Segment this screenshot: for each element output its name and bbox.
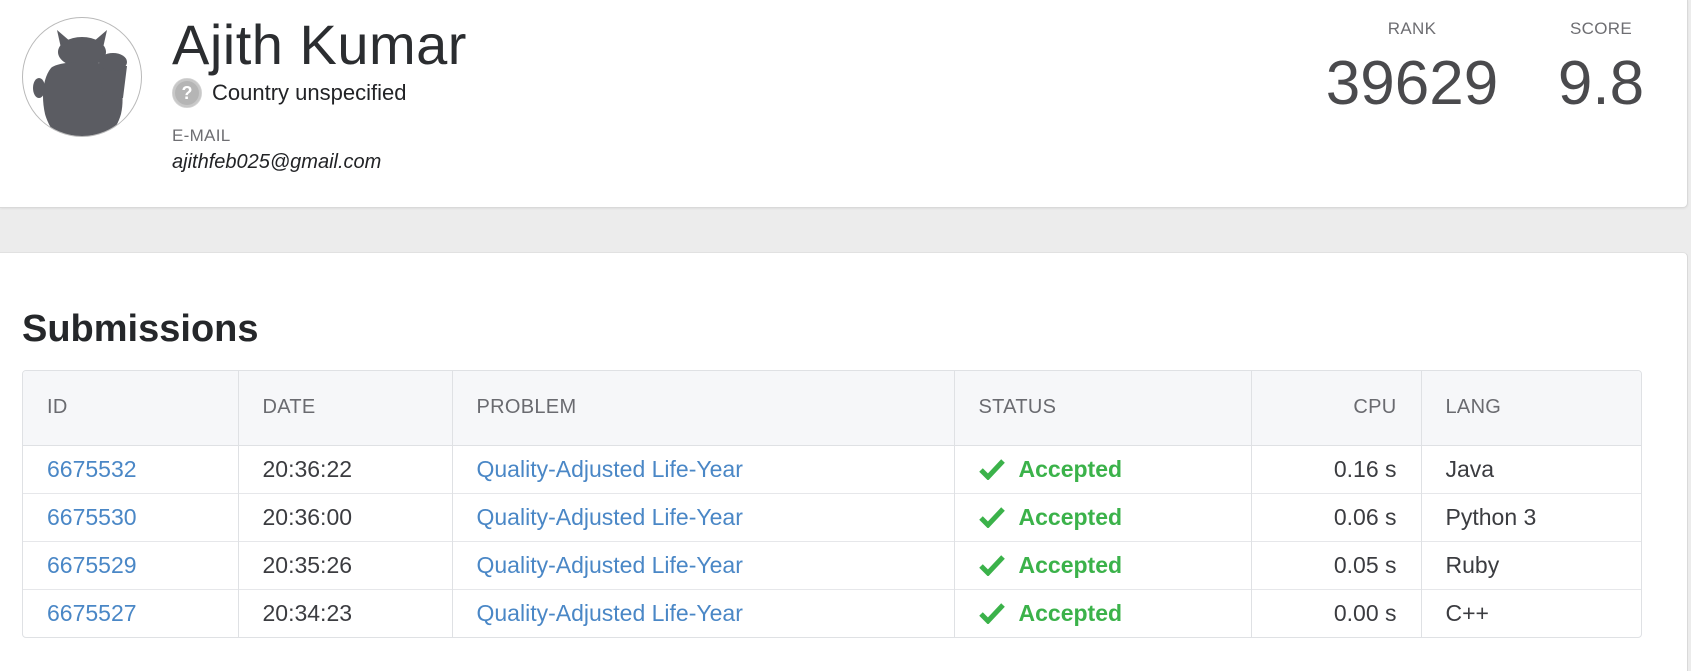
problem-cell: Quality-Adjusted Life-Year	[451, 445, 954, 493]
rank-stat: RANK 39629	[1318, 18, 1506, 122]
language: Java	[1420, 445, 1641, 493]
problem-link[interactable]: Quality-Adjusted Life-Year	[477, 600, 743, 626]
status-accepted: Accepted	[1018, 551, 1123, 578]
column-header-id[interactable]: ID	[23, 371, 238, 446]
problem-link[interactable]: Quality-Adjusted Life-Year	[477, 552, 743, 578]
submission-id-link[interactable]: 6675530	[47, 504, 137, 530]
column-header-date[interactable]: DATE	[237, 371, 452, 446]
status-cell: Accepted	[953, 588, 1251, 637]
rank-label: RANK	[1387, 19, 1437, 38]
column-header-cpu[interactable]: CPU	[1250, 371, 1421, 446]
table-row: 6675532 20:36:22 Quality-Adjusted Life-Y…	[23, 445, 1641, 493]
submissions-card: Submissions ID DATE PROBLEM STATUS CPU L…	[0, 252, 1688, 671]
problem-link[interactable]: Quality-Adjusted Life-Year	[477, 456, 743, 482]
column-header-status[interactable]: STATUS	[953, 371, 1251, 446]
email-value: ajithfeb025@gmail.com	[172, 151, 382, 173]
score-value: 9.8	[1557, 49, 1645, 118]
rank-value: 39629	[1325, 49, 1499, 118]
problem-cell: Quality-Adjusted Life-Year	[451, 588, 954, 637]
score-label: SCORE	[1570, 19, 1632, 38]
submissions-table: ID DATE PROBLEM STATUS CPU LANG 6675532 …	[22, 370, 1642, 638]
submission-id-link[interactable]: 6675529	[47, 552, 137, 578]
submission-id-cell: 6675530	[23, 492, 238, 541]
submission-date: 20:34:23	[237, 588, 452, 637]
status-cell: Accepted	[953, 492, 1251, 541]
checkmark-icon	[978, 458, 1005, 481]
cpu-time: 0.06 s	[1250, 492, 1421, 541]
checkmark-icon	[978, 554, 1005, 577]
submission-date: 20:36:22	[237, 445, 452, 493]
language: Ruby	[1420, 540, 1641, 589]
cpu-time: 0.00 s	[1250, 588, 1421, 637]
table-row: 6675529 20:35:26 Quality-Adjusted Life-Y…	[23, 540, 1641, 589]
status-accepted: Accepted	[1018, 455, 1123, 482]
submission-id-link[interactable]: 6675532	[47, 456, 137, 482]
submissions-title: Submissions	[22, 308, 259, 350]
question-mark-flag-icon: ?	[172, 78, 202, 108]
status-cell: Accepted	[953, 445, 1251, 493]
submission-date: 20:36:00	[237, 492, 452, 541]
user-name: Ajith Kumar	[172, 13, 467, 76]
status-cell: Accepted	[953, 540, 1251, 589]
status-accepted: Accepted	[1018, 503, 1123, 530]
problem-link[interactable]: Quality-Adjusted Life-Year	[477, 504, 743, 530]
score-stat: SCORE 9.8	[1551, 18, 1651, 122]
checkmark-icon	[978, 602, 1005, 625]
status-accepted: Accepted	[1018, 599, 1123, 626]
cpu-time: 0.05 s	[1250, 540, 1421, 589]
table-row: 6675530 20:36:00 Quality-Adjusted Life-Y…	[23, 492, 1641, 541]
checkmark-icon	[978, 506, 1005, 529]
submission-date: 20:35:26	[237, 540, 452, 589]
table-header-row: ID DATE PROBLEM STATUS CPU LANG	[23, 371, 1641, 446]
problem-cell: Quality-Adjusted Life-Year	[451, 540, 954, 589]
profile-card: Ajith Kumar ? Country unspecified E-MAIL…	[0, 0, 1688, 208]
problem-cell: Quality-Adjusted Life-Year	[451, 492, 954, 541]
email-label: E-MAIL	[172, 126, 231, 145]
country-info: ? Country unspecified	[172, 78, 406, 108]
column-header-lang[interactable]: LANG	[1420, 371, 1641, 446]
language: Python 3	[1420, 492, 1641, 541]
country-label: Country unspecified	[212, 80, 407, 105]
cpu-time: 0.16 s	[1250, 445, 1421, 493]
cat-avatar-icon	[22, 17, 142, 137]
submission-id-cell: 6675527	[23, 588, 238, 637]
submission-id-link[interactable]: 6675527	[47, 600, 137, 626]
submission-id-cell: 6675532	[23, 445, 238, 493]
table-row: 6675527 20:34:23 Quality-Adjusted Life-Y…	[23, 588, 1641, 637]
language: C++	[1420, 588, 1641, 637]
column-header-problem[interactable]: PROBLEM	[451, 371, 954, 446]
submission-id-cell: 6675529	[23, 540, 238, 589]
